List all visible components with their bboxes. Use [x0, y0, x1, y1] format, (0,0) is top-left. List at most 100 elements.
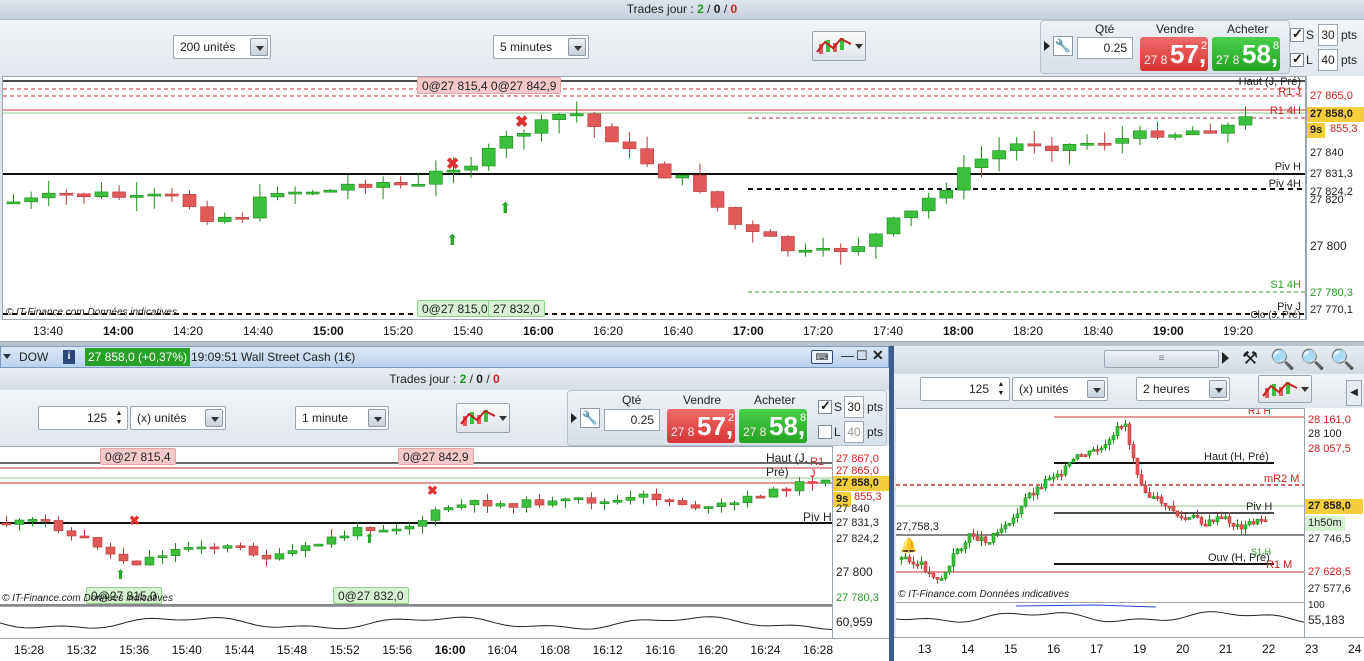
time-tick: 15:00 [313, 324, 344, 338]
expand-arrow-icon[interactable] [571, 413, 577, 423]
zoom-in-icon[interactable]: 🔍 [1330, 347, 1355, 372]
chevron-down-icon[interactable] [250, 38, 268, 56]
candle [1107, 437, 1112, 451]
candle [1051, 472, 1056, 483]
minimize-icon[interactable]: — [841, 348, 854, 363]
candle [165, 188, 179, 203]
candle [1151, 492, 1156, 499]
scrollbar[interactable]: ≡ [1104, 350, 1219, 368]
candle [833, 243, 848, 265]
size-select[interactable]: 200 unités [173, 35, 271, 59]
candle [1183, 513, 1188, 522]
close-icon[interactable]: ✕ [872, 347, 884, 364]
indicator-button[interactable] [1258, 375, 1312, 403]
candle [971, 528, 976, 540]
candle [144, 550, 155, 566]
candle [820, 479, 831, 487]
candle [547, 496, 558, 508]
watermark: © IT-Finance.com Données indicatives [6, 307, 177, 318]
zoom-out-icon[interactable]: 🔍 [1300, 347, 1325, 372]
candle [1045, 137, 1059, 163]
time-tick: 15:40 [171, 643, 202, 657]
chevron-down-icon[interactable] [1301, 387, 1309, 392]
zoom-fit-icon[interactable]: 🔍 [1270, 347, 1295, 372]
candle [957, 155, 971, 200]
qty-input[interactable]: 0.25 [1077, 37, 1133, 59]
stop-checkbox[interactable] [1290, 26, 1304, 42]
candle [1003, 521, 1008, 533]
oscillator-line [895, 604, 1305, 623]
units-select[interactable]: (x) unités [1012, 377, 1108, 401]
time-tick: 15:56 [382, 643, 413, 657]
quantity-stepper[interactable]: 125 ▲ ▼ [38, 406, 128, 430]
time-tick: 16 [1047, 642, 1061, 656]
candle [781, 235, 795, 257]
time-tick: 18:40 [1083, 324, 1114, 338]
sell-button[interactable]: 27 8 57, 2 [1140, 37, 1208, 71]
time-tick: 16:00 [523, 324, 554, 338]
stop-unit: pts [1341, 28, 1358, 42]
units-select[interactable]: (x) unités [130, 406, 226, 430]
scroll-right-icon[interactable] [1222, 352, 1229, 364]
candle [919, 556, 924, 570]
maximize-icon[interactable]: ☐ [856, 348, 868, 364]
chevron-down-icon[interactable] [1209, 380, 1227, 398]
candle [352, 522, 363, 540]
quantity-value: 125 [86, 411, 107, 425]
chevron-down-icon[interactable] [205, 409, 223, 427]
buy-button[interactable]: 27 8 58, 8 [739, 409, 807, 443]
chevron-down-icon[interactable] [368, 409, 386, 427]
time-tick: 16:20 [697, 643, 728, 657]
bl-chart[interactable]: ✖ ✖ ⬆ ⬆ 0@27 815,4 0@27 842,9 0@27 815,0 0@… [0, 446, 832, 606]
candle [1087, 450, 1092, 459]
br-chart[interactable]: 27,758,3 🔔 R1 H Haut (H, Pré) mR2 M Piv … [896, 408, 1304, 602]
candle [1097, 132, 1112, 151]
units-select-value: (x) unités [137, 411, 187, 425]
expand-arrow-icon[interactable] [1044, 41, 1050, 51]
limit-points-input[interactable]: 40 [1318, 49, 1338, 71]
buy-button[interactable]: 27 8 58, 8 [1212, 37, 1280, 71]
buy-label: Acheter [1227, 22, 1269, 36]
qty-input[interactable]: 0.25 [604, 409, 660, 431]
stop-points-input[interactable]: 30 [1318, 24, 1338, 46]
candle [999, 523, 1004, 534]
candle [1035, 485, 1040, 500]
level-label: R1 J [1278, 86, 1301, 98]
dow-window-titlebar[interactable]: DOW i 27 858,0 (+0,37%) 19:09:51 Wall St… [0, 346, 889, 368]
price-tick: 28 057,5 [1308, 443, 1351, 455]
stepper-arrows-icon[interactable]: ▲ ▼ [113, 409, 125, 427]
crosshair-tool-icon[interactable]: ⚒ [1242, 348, 1258, 369]
chevron-down-icon[interactable] [499, 416, 507, 421]
chevron-down-icon[interactable] [568, 38, 586, 56]
time-tick: 19:00 [1153, 324, 1184, 338]
limit-checkbox[interactable] [818, 425, 832, 439]
limit-checkbox[interactable] [1290, 51, 1304, 67]
indicator-button[interactable] [456, 403, 510, 433]
candle [1083, 454, 1088, 458]
stop-points-input[interactable]: 30 [844, 396, 864, 418]
chevron-down-icon[interactable] [3, 354, 11, 359]
sell-button[interactable]: 27 8 57, 2 [667, 409, 735, 443]
sell-label: Vendre [683, 393, 722, 407]
candle [1147, 487, 1152, 498]
quantity-stepper[interactable]: 125 ▲ ▼ [920, 377, 1010, 401]
limit-points-input[interactable]: 40 [844, 421, 864, 443]
stepper-arrows-icon[interactable]: ▲ ▼ [995, 380, 1007, 398]
interval-select[interactable]: 2 heures [1136, 377, 1230, 401]
keyboard-icon[interactable]: ⌨ [811, 350, 833, 364]
info-icon[interactable]: i [63, 350, 75, 364]
alert-bell-icon[interactable]: 🔔 [900, 537, 917, 554]
wrench-button[interactable]: 🔧 [1053, 36, 1073, 56]
indicator-button[interactable] [812, 31, 866, 61]
candle [1263, 516, 1268, 523]
interval-select[interactable]: 1 minute [295, 406, 389, 430]
top-chart[interactable]: ✖ ✖ ⬆ ⬆ 0@27 815,4 0@27 842,9 0@27 815,0 27… [2, 76, 1306, 320]
stop-checkbox[interactable] [818, 398, 832, 414]
candle [508, 502, 519, 514]
interval-select[interactable]: 5 minutes [493, 35, 589, 59]
chevron-down-icon[interactable] [855, 44, 863, 49]
chevron-down-icon[interactable] [1087, 380, 1105, 398]
wrench-button[interactable]: 🔧 [580, 408, 600, 428]
scroll-left-icon[interactable]: ◀ [1346, 380, 1362, 406]
price-tick: 27 840 [1310, 147, 1344, 159]
